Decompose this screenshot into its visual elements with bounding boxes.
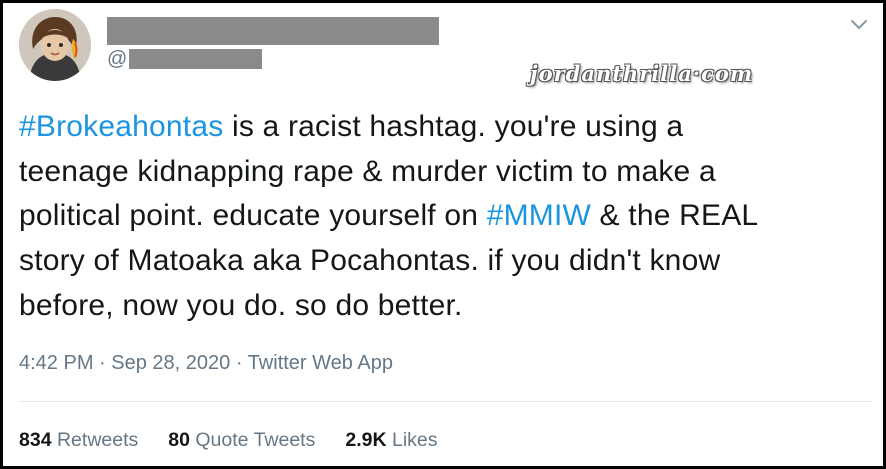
tweet-text-line: political point. educate yourself on #MM… — [19, 194, 879, 239]
tweet-meta: 4:42 PM · Sep 28, 2020 · Twitter Web App — [19, 352, 393, 375]
redacted-display-name — [107, 17, 439, 45]
tweet-text-segment: before, now you do. so do better. — [19, 288, 463, 322]
tweet-text-segment: is a racist hashtag. you're using a — [223, 110, 684, 143]
likes-stat[interactable]: 2.9K Likes — [345, 429, 437, 452]
tweet-card: @ jordanthrilla·com #Brokeahontas is a r… — [0, 0, 886, 469]
tweet-text: #Brokeahontas is a racist hashtag. you'r… — [19, 105, 879, 329]
engagement-stats: 834 Retweets 80 Quote Tweets 2.9K Likes — [19, 429, 468, 452]
tweet-text-segment: political point. educate yourself on — [19, 199, 487, 233]
tweet-text-line: teenage kidnapping rape & murder victim … — [19, 150, 879, 195]
tweet-date[interactable]: Sep 28, 2020 — [111, 352, 230, 374]
watermark: jordanthrilla·com — [530, 61, 754, 86]
quote-tweets-stat[interactable]: 80 Quote Tweets — [168, 429, 315, 452]
avatar[interactable] — [19, 9, 91, 81]
divider — [19, 401, 871, 402]
likes-label: Likes — [391, 429, 438, 451]
chevron-down-icon[interactable] — [849, 17, 869, 33]
retweets-count: 834 — [19, 429, 52, 451]
quote-tweets-count: 80 — [168, 429, 190, 451]
tweet-text-line: before, now you do. so do better. — [19, 284, 879, 329]
tweet-time[interactable]: 4:42 PM — [19, 352, 93, 374]
hashtag-link[interactable]: #Brokeahontas — [19, 110, 223, 143]
tweet-text-line: story of Matoaka aka Pocahontas. if you … — [19, 239, 879, 284]
redacted-handle — [129, 49, 263, 69]
tweet-text-segment: teenage kidnapping rape & murder victim … — [19, 154, 716, 188]
handle-row: @ — [107, 47, 263, 71]
retweets-stat[interactable]: 834 Retweets — [19, 429, 138, 452]
tweet-text-segment: & the REAL — [591, 199, 759, 233]
quote-tweets-label: Quote Tweets — [195, 429, 316, 451]
avatar-illustration — [19, 9, 91, 81]
tweet-text-segment: story of Matoaka aka Pocahontas. if you … — [19, 244, 721, 278]
likes-count: 2.9K — [345, 429, 387, 451]
hashtag-link[interactable]: #MMIW — [487, 199, 591, 232]
tweet-source[interactable]: Twitter Web App — [248, 352, 393, 374]
meta-separator: · — [93, 352, 112, 374]
handle-prefix: @ — [107, 48, 128, 70]
retweets-label: Retweets — [56, 429, 139, 451]
meta-separator: · — [230, 352, 248, 374]
tweet-text-line: #Brokeahontas is a racist hashtag. you'r… — [19, 105, 879, 150]
